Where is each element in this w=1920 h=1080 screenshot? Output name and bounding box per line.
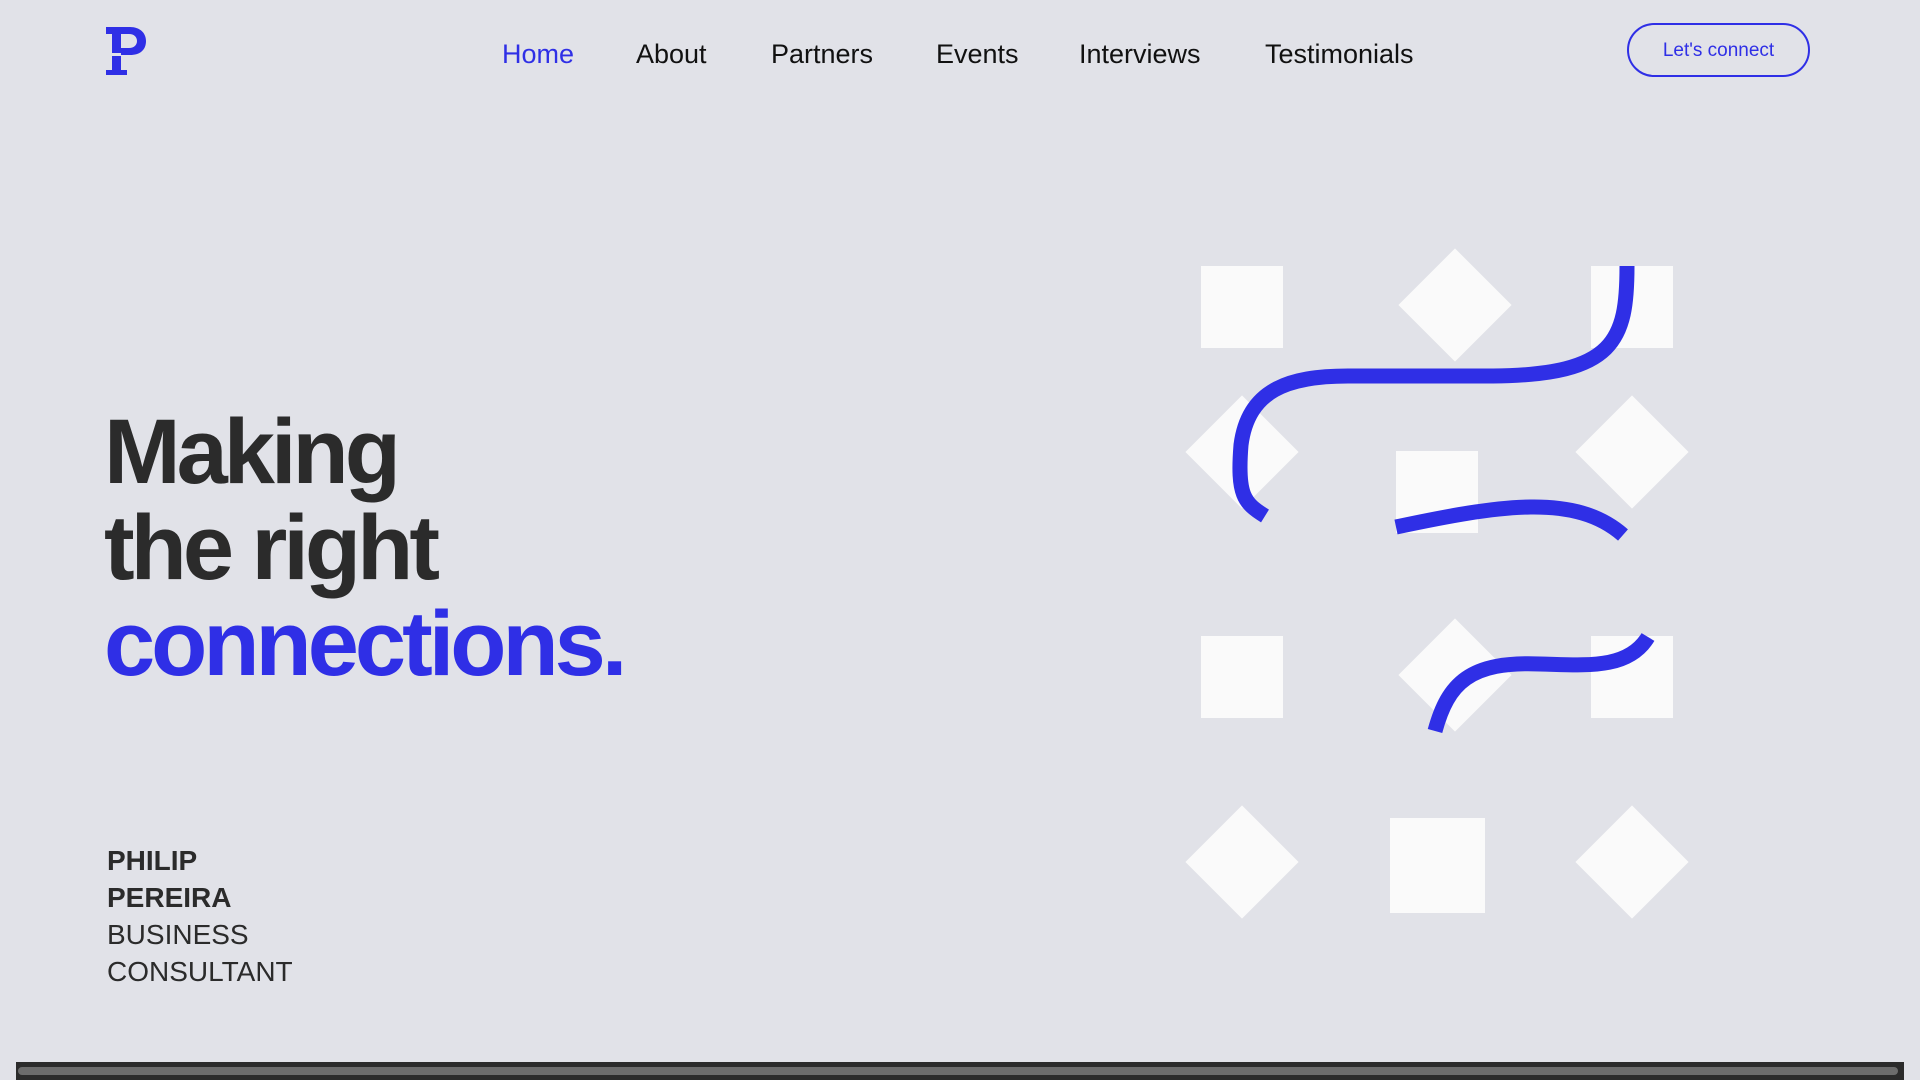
diamond-shape [1575,395,1689,509]
person-info: PHILIP PEREIRA BUSINESS CONSULTANT [107,842,293,990]
scrollbar-thumb[interactable] [18,1067,1898,1075]
hero-line-1: Making [104,401,401,503]
diamond-shape [1398,618,1512,732]
diamond-shape [1575,805,1689,919]
person-first-name: PHILIP [107,845,198,876]
nav-events-link[interactable]: Events [936,34,1019,74]
hero-headline: Making the right connections. [104,401,627,695]
lets-connect-button[interactable]: Let's connect [1627,23,1810,77]
nav-testimonials-link[interactable]: Testimonials [1265,34,1414,74]
horizontal-scrollbar[interactable] [16,1062,1904,1080]
person-role-line-1: BUSINESS [107,919,249,950]
hero-line-3: connections. [104,593,627,695]
person-last-name: PEREIRA [107,882,232,913]
home-page: Home About Partners Events Interviews Te… [0,0,1920,1080]
diamond-shape [1185,805,1299,919]
square-shape [1201,636,1283,718]
diamond-shape [1398,248,1512,362]
nav-about-link[interactable]: About [636,34,707,74]
person-role-line-2: CONSULTANT [107,956,293,987]
nav-home-link[interactable]: Home [502,34,574,74]
nav-partners-link[interactable]: Partners [771,34,873,74]
hero-line-2: the right [104,497,440,599]
square-shape [1390,818,1485,913]
square-shape [1201,266,1283,348]
nav-interviews-link[interactable]: Interviews [1079,34,1201,74]
connections-illustration [1185,248,1689,919]
